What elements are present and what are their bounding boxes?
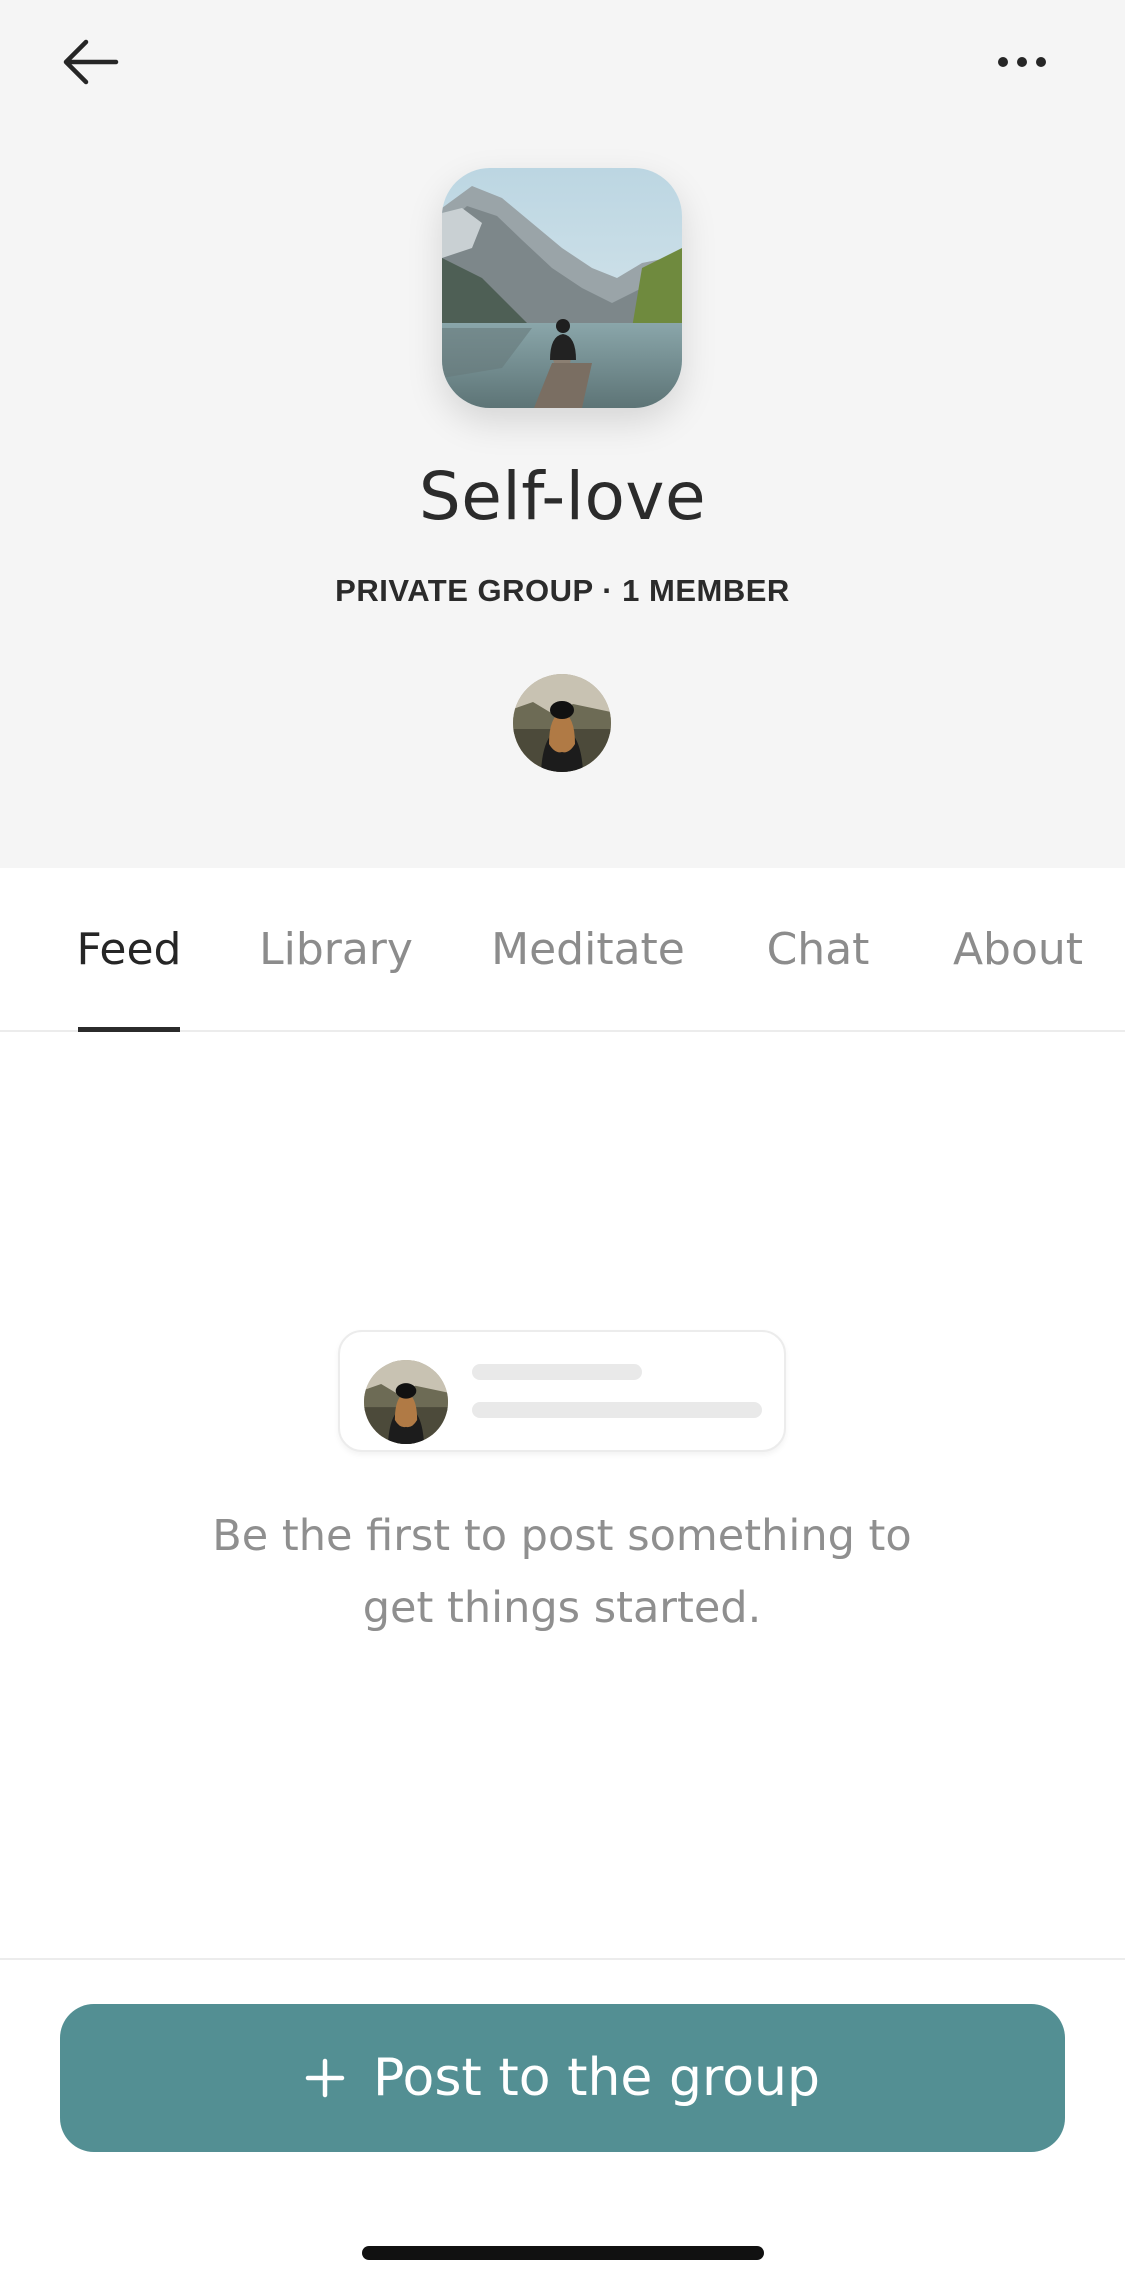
group-meta: PRIVATE GROUP · 1 MEMBER	[335, 573, 790, 608]
empty-state-line-1: Be the first to post something to	[212, 1511, 912, 1561]
group-header: Self-love PRIVATE GROUP · 1 MEMBER	[0, 0, 1125, 868]
tab-about[interactable]: About	[952, 868, 1084, 1030]
plus-icon	[305, 2058, 345, 2098]
home-indicator	[362, 2246, 764, 2260]
tab-meditate[interactable]: Meditate	[491, 868, 685, 1030]
arrow-left-icon	[63, 39, 119, 85]
tab-feed-label: Feed	[76, 923, 182, 975]
empty-state-line-2: get things started.	[362, 1583, 762, 1633]
placeholder-avatar	[364, 1360, 448, 1444]
group-page: Self-love PRIVATE GROUP · 1 MEMBER Feed …	[0, 0, 1125, 2284]
group-cover-image	[442, 168, 682, 408]
empty-state-message: Be the first to post something to get th…	[162, 1500, 962, 1644]
back-button[interactable]	[48, 30, 132, 94]
post-to-group-label: Post to the group	[373, 2048, 820, 2108]
placeholder-line-short	[472, 1364, 642, 1380]
member-avatar[interactable]	[513, 674, 611, 772]
group-tabs: Feed Library Meditate Chat About	[0, 868, 1125, 1032]
group-title: Self-love	[418, 458, 707, 535]
tab-library[interactable]: Library	[259, 868, 413, 1030]
tab-chat-label: Chat	[766, 923, 870, 975]
bottom-divider	[0, 1958, 1125, 1960]
post-to-group-button[interactable]: Post to the group	[60, 2004, 1065, 2152]
tab-chat[interactable]: Chat	[766, 868, 870, 1030]
active-tab-indicator	[78, 1027, 180, 1032]
tab-meditate-label: Meditate	[491, 923, 685, 975]
empty-post-placeholder-card	[338, 1330, 786, 1452]
tab-feed[interactable]: Feed	[76, 868, 182, 1032]
placeholder-line-long	[472, 1402, 762, 1418]
tab-library-label: Library	[259, 923, 413, 975]
more-horizontal-icon	[998, 57, 1046, 67]
tab-about-label: About	[952, 923, 1084, 975]
more-options-button[interactable]	[980, 30, 1064, 94]
